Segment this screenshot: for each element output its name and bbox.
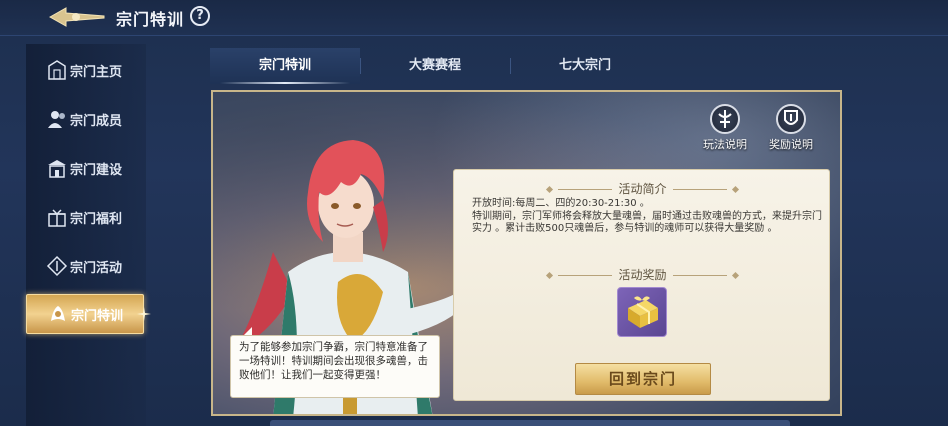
tab-bar: 宗门特训 大赛赛程 七大宗门: [210, 48, 660, 84]
sidebar-item-training[interactable]: 宗门特训: [26, 294, 151, 334]
sidebar-item-label: 宗门主页: [70, 64, 123, 80]
reward-info-label: 奖励说明: [769, 138, 813, 151]
tab-seven-sects[interactable]: 七大宗门: [510, 48, 660, 84]
sidebar-item-label: 宗门建设: [70, 162, 123, 178]
top-bar: 宗门特训 ?: [0, 0, 948, 36]
character-speech-bubble: 为了能够参加宗门争霸，宗门特意准备了一场特训！特训期间会出现很多魂兽，击败他们！…: [230, 335, 440, 398]
sidebar-item-label: 宗门成员: [70, 113, 123, 129]
sidebar-item-label: 宗门福利: [70, 211, 123, 227]
sidebar-item-welfare[interactable]: 宗门福利: [26, 197, 144, 237]
gameplay-info-icon: [710, 104, 740, 134]
bottom-edge-bar: [270, 420, 790, 426]
gift-box-icon: [628, 296, 658, 328]
training-icon: [51, 306, 65, 321]
sidebar: 宗门主页 宗门成员 宗门建设 宗门福利 宗门活动 宗门特训: [26, 44, 151, 426]
activity-icon: [46, 255, 68, 277]
intro-section-title: 活动简介: [454, 180, 831, 197]
open-time-text: 开放时间:每周二、四的20:30-21:30 。: [472, 198, 650, 209]
reward-section-title: 活动奖励: [454, 266, 831, 283]
return-to-sect-button[interactable]: 回到宗门: [575, 363, 711, 395]
building-icon: [48, 160, 66, 178]
reward-info-button[interactable]: 奖励说明: [763, 104, 819, 154]
sidebar-item-label: 宗门特训: [71, 308, 124, 324]
activity-detail-text: 特训期间，宗门军师将会释放大量魂兽，届时通过击败魂兽的方式，来提升宗门实力 。累…: [472, 210, 822, 235]
sidebar-item-sect-home[interactable]: 宗门主页: [26, 50, 144, 90]
activity-info-card: 活动简介 开放时间:每周二、四的20:30-21:30 。 特训期间，宗门军师将…: [453, 169, 830, 401]
welfare-icon: [48, 209, 66, 227]
sidebar-item-label: 宗门活动: [70, 260, 123, 276]
reward-info-icon: [776, 104, 806, 134]
sparkle-icon: [137, 307, 151, 321]
reward-item[interactable]: [617, 287, 667, 337]
members-icon: [48, 111, 65, 128]
page-title: 宗门特训: [116, 10, 185, 29]
sidebar-item-activity[interactable]: 宗门活动: [26, 246, 144, 286]
sidebar-item-members[interactable]: 宗门成员: [26, 99, 144, 139]
tab-tournament-schedule[interactable]: 大赛赛程: [360, 48, 510, 84]
back-arrow-icon: [48, 7, 105, 27]
gameplay-info-label: 玩法说明: [703, 138, 747, 151]
tab-sect-training[interactable]: 宗门特训: [210, 48, 360, 84]
help-button[interactable]: ?: [190, 6, 210, 26]
activity-description: 开放时间:每周二、四的20:30-21:30 。 特训期间，宗门军师将会释放大量…: [472, 198, 822, 236]
gameplay-info-button[interactable]: 玩法说明: [697, 104, 753, 154]
sidebar-item-building[interactable]: 宗门建设: [26, 148, 144, 188]
sect-home-icon: [48, 60, 66, 80]
back-button[interactable]: [46, 4, 108, 30]
